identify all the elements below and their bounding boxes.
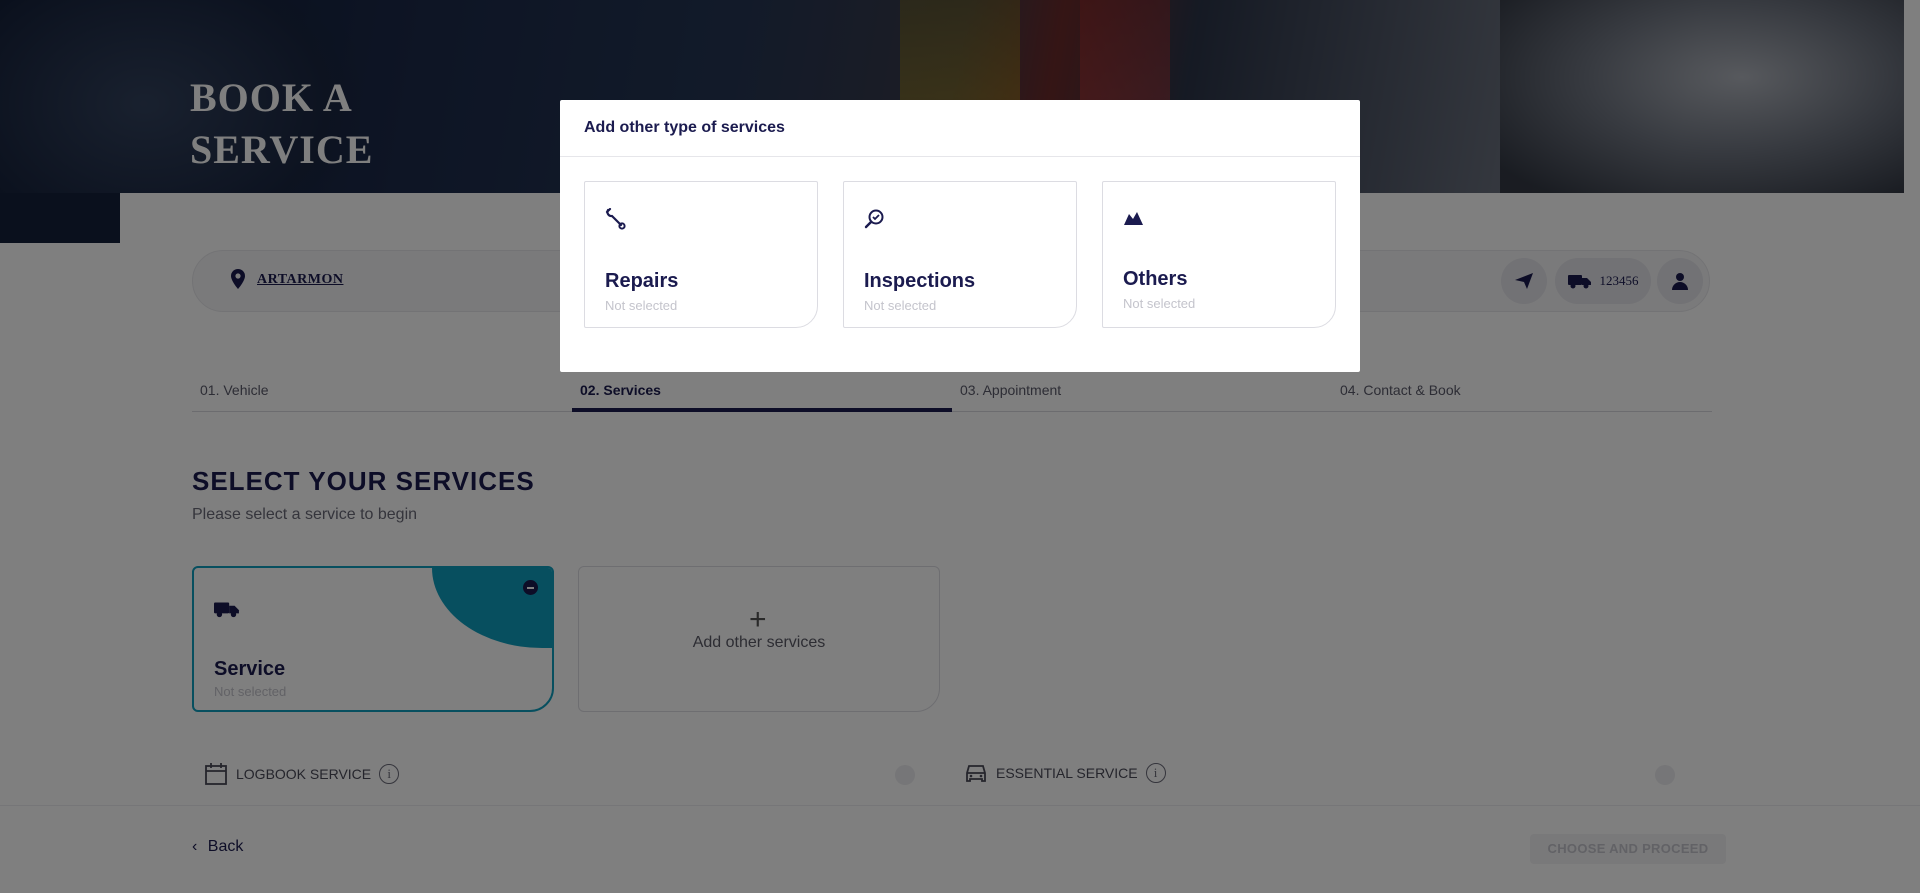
repairs-card[interactable]: Repairs Not selected	[584, 181, 818, 328]
wrench-icon	[605, 208, 626, 230]
inspections-card-state: Not selected	[864, 298, 937, 313]
add-services-modal: Add other type of services Repairs Not s…	[560, 100, 1360, 372]
repairs-card-state: Not selected	[605, 298, 678, 313]
inspections-card-name: Inspections	[864, 270, 976, 292]
magnifier-check-icon	[864, 209, 884, 229]
others-card-name: Others	[1123, 268, 1188, 290]
inspections-card[interactable]: Inspections Not selected	[843, 181, 1077, 328]
others-card-state: Not selected	[1123, 296, 1196, 311]
modal-title: Add other type of services	[584, 119, 785, 136]
mountain-icon	[1124, 212, 1143, 225]
modal-header: Add other type of services	[560, 100, 1360, 157]
others-card[interactable]: Others Not selected	[1102, 181, 1336, 328]
repairs-card-name: Repairs	[605, 270, 679, 292]
